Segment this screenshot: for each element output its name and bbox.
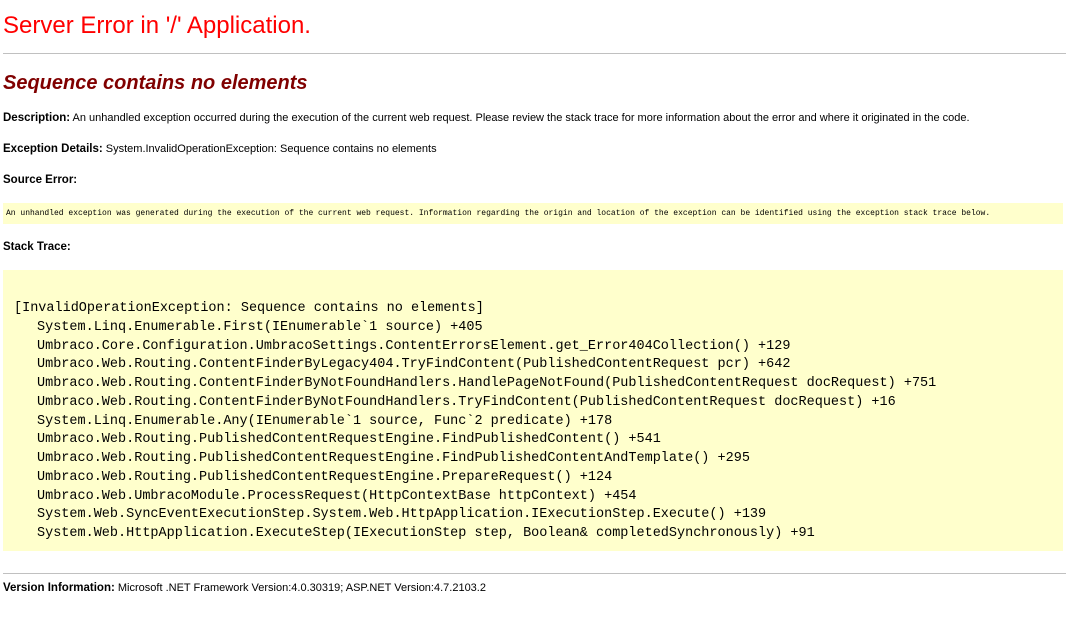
stack-trace-line: System.Linq.Enumerable.Any(IEnumerable`1… <box>37 413 613 429</box>
page-title: Server Error in '/' Application. <box>3 12 311 39</box>
exception-details-label: Exception Details: <box>3 143 103 155</box>
stack-trace-label: Stack Trace: <box>3 241 71 253</box>
stack-trace-line: System.Web.SyncEventExecutionStep.System… <box>37 507 767 523</box>
source-error-box: An unhandled exception was generated dur… <box>3 203 1063 224</box>
description-text: An unhandled exception occurred during t… <box>72 112 970 124</box>
stack-trace-line: System.Linq.Enumerable.First(IEnumerable… <box>37 319 483 335</box>
stack-trace-header: [InvalidOperationException: Sequence con… <box>14 301 484 316</box>
title-divider <box>3 53 1066 54</box>
version-information-row: Version Information: Microsoft .NET Fram… <box>3 581 486 595</box>
version-information-text: Microsoft .NET Framework Version:4.0.303… <box>117 582 486 594</box>
stack-trace-line: Umbraco.Web.Routing.ContentFinderByLegac… <box>37 357 791 373</box>
stack-trace-line: Umbraco.Web.Routing.PublishedContentRequ… <box>37 432 661 448</box>
stack-trace-box: [InvalidOperationException: Sequence con… <box>3 270 1063 551</box>
stack-trace-line: Umbraco.Web.Routing.ContentFinderByNotFo… <box>37 394 896 410</box>
stack-trace-lines: [InvalidOperationException: Sequence con… <box>14 300 936 544</box>
version-divider <box>3 573 1066 574</box>
stack-trace-line: Umbraco.Web.Routing.PublishedContentRequ… <box>37 469 613 485</box>
version-information-label: Version Information: <box>3 582 115 594</box>
stack-trace-line: Umbraco.Core.Configuration.UmbracoSettin… <box>37 338 791 354</box>
stack-trace-line: Umbraco.Web.UmbracoModule.ProcessRequest… <box>37 488 637 504</box>
source-error-text: An unhandled exception was generated dur… <box>6 209 991 218</box>
stack-trace-line: System.Web.HttpApplication.ExecuteStep(I… <box>37 526 815 541</box>
error-message: Sequence contains no elements <box>3 72 308 94</box>
source-error-label: Source Error: <box>3 174 78 186</box>
exception-details-text: System.InvalidOperationException: Sequen… <box>105 143 437 155</box>
stack-trace-line: Umbraco.Web.Routing.ContentFinderByNotFo… <box>37 376 937 391</box>
description-label: Description: <box>3 112 71 124</box>
exception-details-row: Exception Details: System.InvalidOperati… <box>3 142 437 156</box>
description-row: Description: An unhandled exception occu… <box>3 111 970 125</box>
stack-trace-line: Umbraco.Web.Routing.PublishedContentRequ… <box>37 451 750 466</box>
